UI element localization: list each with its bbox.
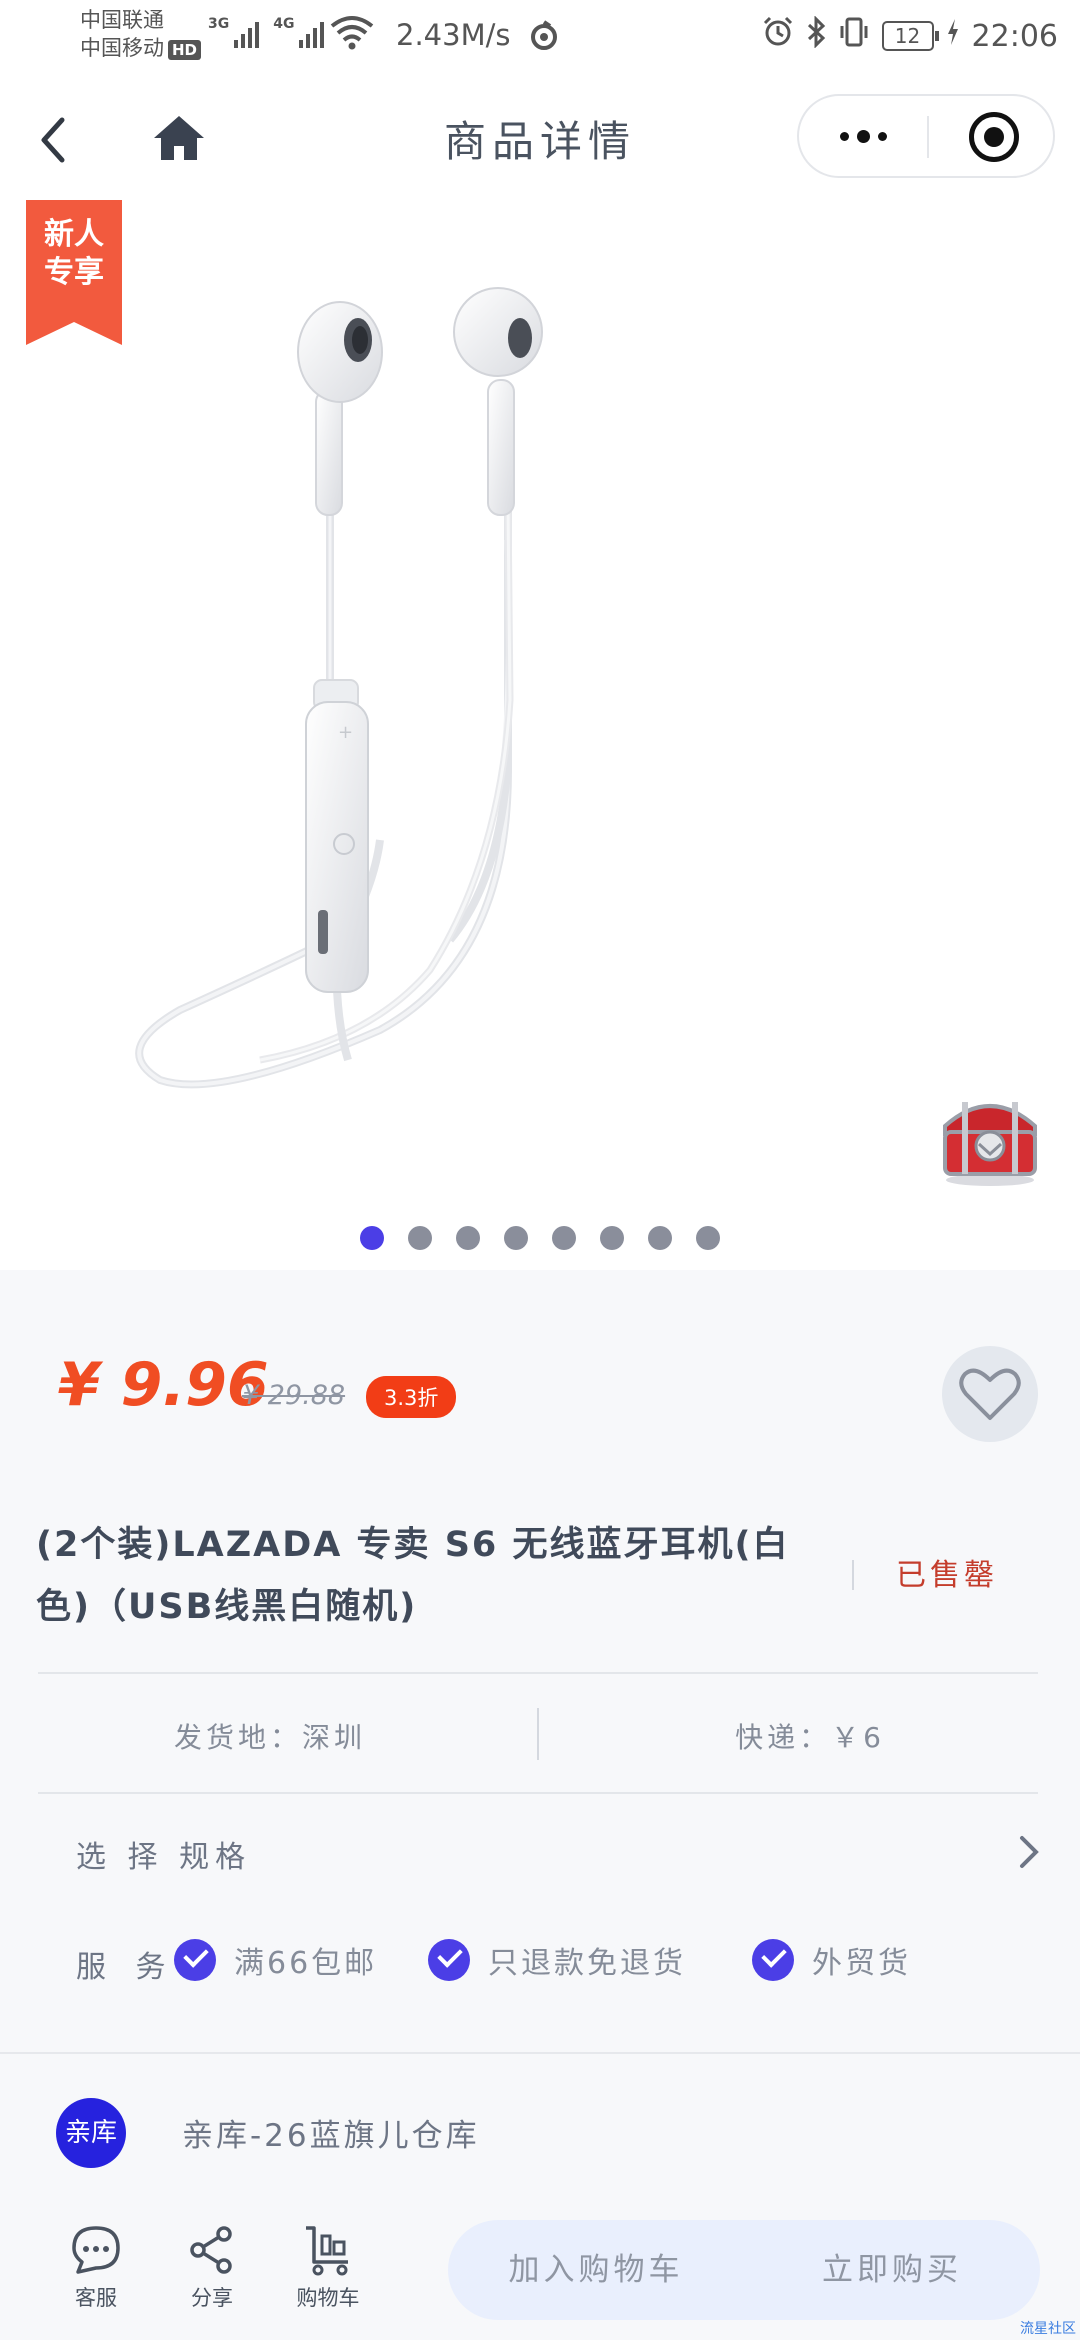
sync-icon <box>528 20 560 56</box>
capsule-divider <box>927 116 929 158</box>
signal-icons: 3G 4G <box>208 16 325 48</box>
carousel-dot[interactable] <box>408 1226 432 1250</box>
spec-label: 选 择 规格 <box>76 1840 252 1875</box>
shipping-divider <box>537 1708 539 1760</box>
close-target-icon[interactable] <box>969 112 1019 162</box>
service-row: 服 务 满66包邮 只退款免退货 外贸货 <box>0 1902 1080 2052</box>
bottom-bar: 客服 分享 购物车 加入购物车 立即购买 流星社区 <box>0 2204 1080 2340</box>
check-icon <box>428 1939 470 1981</box>
badge-line-2: 专享 <box>44 255 104 290</box>
purchase-actions: 加入购物车 立即购买 <box>448 2220 1040 2320</box>
divider <box>38 1792 1038 1794</box>
carousel-dot[interactable] <box>696 1226 720 1250</box>
add-to-cart-button[interactable]: 加入购物车 <box>448 2220 744 2320</box>
favorite-button[interactable] <box>942 1346 1038 1442</box>
share-label: 分享 <box>191 2286 233 2310</box>
service-text: 满66包邮 <box>234 1946 378 1981</box>
signal-icon-2: 4G <box>273 16 325 48</box>
carousel-dot[interactable] <box>648 1226 672 1250</box>
heart-icon <box>959 1368 1021 1420</box>
network-speed: 2.43M/s <box>396 18 511 52</box>
more-icon <box>839 129 887 143</box>
carrier-2: 中国移动 <box>80 36 164 60</box>
svg-text:+: + <box>338 722 353 743</box>
more-button[interactable] <box>799 96 927 176</box>
battery-icon: 12 <box>881 21 939 51</box>
alarm-icon <box>762 16 794 56</box>
share-button[interactable]: 分享 <box>162 2224 262 2312</box>
cart-icon <box>306 2226 348 2276</box>
carrier-1: 中国联通 <box>80 8 164 32</box>
current-price: ¥ 9.96 <box>58 1350 269 1420</box>
clock-time: 22:06 <box>971 18 1058 54</box>
product-title: (2个装)LAZADA 专卖 S6 无线蓝牙耳机(白色)（USB线黑白随机) <box>36 1525 790 1627</box>
service-text: 外贸货 <box>812 1946 911 1981</box>
carousel-dot[interactable] <box>504 1226 528 1250</box>
customer-service-button[interactable]: 客服 <box>46 2224 146 2312</box>
check-icon <box>174 1939 216 1981</box>
share-icon <box>190 2226 232 2274</box>
cart-label: 购物车 <box>296 2286 360 2310</box>
price-section: ¥ 9.96 ¥ 29.88 3.3折 (2个装)LAZADA 专卖 S6 无线… <box>0 1270 1080 1710</box>
status-right: 12 22:06 <box>762 15 1058 56</box>
service-text: 只退款免退货 <box>488 1946 686 1981</box>
status-bar: 中国联通 中国移动 HD 3G 4G 2.43M/s 12 22:06 <box>0 0 1080 72</box>
divider <box>38 1672 1038 1674</box>
chat-icon <box>72 2226 120 2274</box>
watermark: 流星社区 <box>1020 2321 1076 2337</box>
mini-program-capsule <box>797 94 1055 178</box>
hd-badge: HD <box>168 40 202 60</box>
discount-badge: 3.3折 <box>366 1376 457 1418</box>
bluetooth-icon <box>806 15 826 56</box>
service-item: 满66包邮 <box>174 1938 377 1982</box>
carousel-dot[interactable] <box>456 1226 480 1250</box>
treasure-chest-icon[interactable] <box>935 1080 1045 1190</box>
title-divider <box>852 1560 854 1590</box>
buy-now-button[interactable]: 立即购买 <box>744 2220 1040 2320</box>
shipping-fee: 快递：￥6 <box>735 1721 885 1754</box>
sold-out-status: 已售罄 <box>896 1558 998 1593</box>
original-price: ¥ 29.88 <box>242 1380 346 1411</box>
nav-bar: 商品详情 <box>0 72 1080 200</box>
wifi-icon <box>330 14 374 54</box>
product-gallery[interactable]: 新人 专享 + <box>0 200 1080 1270</box>
spec-selector[interactable]: 选 择 规格 <box>0 1798 1080 1902</box>
shop-name: 亲库-26蓝旗儿仓库 <box>182 2118 480 2154</box>
shop-logo: 亲库 <box>56 2098 126 2168</box>
carousel-indicators <box>360 1226 720 1250</box>
customer-service-label: 客服 <box>75 2286 117 2310</box>
carousel-dot[interactable] <box>600 1226 624 1250</box>
ship-from: 发货地：深圳 <box>173 1721 366 1754</box>
service-label: 服 务 <box>76 1950 176 1985</box>
network-type-2: 4G <box>273 16 295 32</box>
shipping-row: 发货地：深圳 快递：￥6 <box>0 1678 1080 1794</box>
carousel-dot[interactable] <box>552 1226 576 1250</box>
check-icon <box>752 1939 794 1981</box>
carrier-info: 中国联通 中国移动 HD <box>80 6 202 62</box>
network-type-1: 3G <box>208 16 230 32</box>
chevron-right-icon <box>1020 1836 1039 1868</box>
shop-row[interactable]: 亲库 亲库-26蓝旗儿仓库 <box>0 2054 1080 2204</box>
service-item: 只退款免退货 <box>428 1938 686 1982</box>
carousel-dot[interactable] <box>360 1226 384 1250</box>
service-item: 外贸货 <box>752 1938 911 1982</box>
cart-button[interactable]: 购物车 <box>278 2224 378 2312</box>
product-image: + <box>135 287 543 1089</box>
charging-icon <box>946 18 960 54</box>
signal-icon-1: 3G <box>208 16 260 48</box>
new-user-badge: 新人 专享 <box>26 200 122 345</box>
vibrate-icon <box>838 16 870 56</box>
badge-line-1: 新人 <box>44 217 104 252</box>
